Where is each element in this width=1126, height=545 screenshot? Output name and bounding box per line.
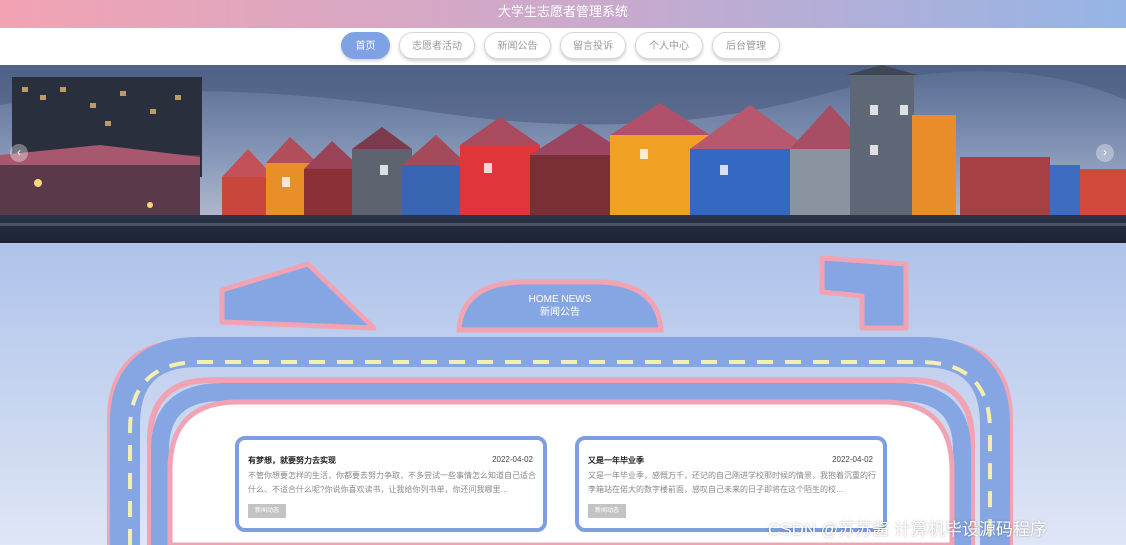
chevron-left-icon: ‹ (17, 145, 21, 159)
nav-message-complaint[interactable]: 留言投诉 (560, 32, 626, 59)
nav-admin[interactable]: 后台管理 (712, 32, 780, 59)
news-card-date: 2022-04-02 (832, 455, 873, 464)
news-section-title: HOME NEWS 新闻公告 (459, 282, 661, 330)
news-card[interactable]: 有梦想，就要努力去实现 2022-04-02 不管你想要怎样的生活，你都要去努力… (235, 436, 547, 532)
nav-personal-center[interactable]: 个人中心 (635, 32, 703, 59)
news-card-title[interactable]: 有梦想，就要努力去实现 (248, 455, 336, 466)
app-title: 大学生志愿者管理系统 (497, 4, 628, 19)
news-title-en: HOME NEWS (528, 294, 592, 305)
main-nav: 首页 志愿者活动 新闻公告 留言投诉 个人中心 后台管理 (0, 28, 1126, 65)
news-category-button[interactable]: 新闻动态 (248, 504, 286, 518)
chevron-right-icon: › (1103, 145, 1107, 159)
banner-carousel[interactable] (0, 65, 1126, 243)
news-category-button[interactable]: 新闻动态 (588, 504, 626, 518)
nav-volunteer-activity[interactable]: 志愿者活动 (399, 32, 475, 59)
nav-home[interactable]: 首页 (341, 32, 390, 59)
app-header: 大学生志愿者管理系统 (0, 0, 1126, 28)
news-title-cn: 新闻公告 (540, 307, 580, 318)
banner-image (0, 65, 1126, 243)
news-card-desc: 不管你想要怎样的生活，你都要去努力争取，不多尝试一些事情怎么知道自己适合什么、不… (248, 471, 536, 494)
nav-news[interactable]: 新闻公告 (484, 32, 551, 59)
news-card-date: 2022-04-02 (492, 455, 533, 464)
news-card-desc: 又是一年毕业季，感慨万千，还记的自己刚进学校那时候的情景，我抱着沉重的行李箱站在… (588, 471, 876, 494)
banner-prev-button[interactable]: ‹ (10, 144, 28, 162)
news-card-title[interactable]: 又是一年毕业季 (588, 455, 644, 466)
banner-next-button[interactable]: › (1096, 144, 1114, 162)
csdn-watermark: CSDN @苏苏酱 计算机毕设源码程序 (768, 520, 1047, 539)
